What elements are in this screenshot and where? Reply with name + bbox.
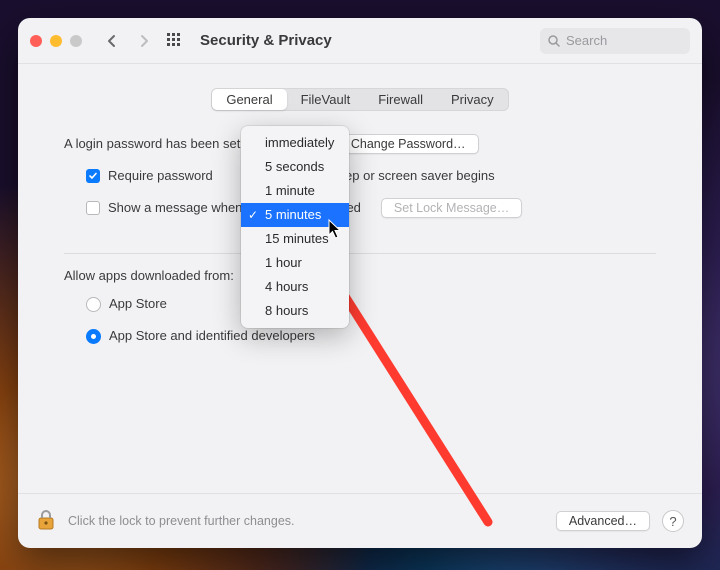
separator (64, 253, 656, 254)
dropdown-option[interactable]: 1 minute (241, 179, 349, 203)
preferences-window: Security & Privacy Search General FileVa… (18, 18, 702, 548)
lock-hint-label: Click the lock to prevent further change… (68, 514, 295, 528)
close-icon[interactable] (30, 35, 42, 47)
forward-button (132, 29, 156, 53)
dropdown-option[interactable]: 4 hours (241, 275, 349, 299)
require-password-delay-dropdown[interactable]: immediately 5 seconds 1 minute 5 minutes… (241, 126, 349, 328)
radio-app-store-identified[interactable] (86, 329, 101, 344)
login-password-section: A login password has been set for this u… (64, 133, 656, 219)
desktop-background: Security & Privacy Search General FileVa… (0, 0, 720, 570)
minimize-icon[interactable] (50, 35, 62, 47)
tab-general[interactable]: General (212, 89, 286, 110)
search-icon (548, 35, 560, 47)
footer: Click the lock to prevent further change… (18, 493, 702, 548)
dropdown-option[interactable]: 1 hour (241, 251, 349, 275)
change-password-button[interactable]: Change Password… (338, 134, 479, 154)
radio-app-store-identified-label: App Store and identified developers (109, 325, 315, 347)
set-lock-message-button: Set Lock Message… (381, 198, 522, 218)
dropdown-option[interactable]: 15 minutes (241, 227, 349, 251)
show-message-checkbox[interactable] (86, 201, 100, 215)
back-button[interactable] (100, 29, 124, 53)
dropdown-option[interactable]: immediately (241, 131, 349, 155)
radio-app-store-label: App Store (109, 293, 167, 315)
titlebar: Security & Privacy Search (18, 18, 702, 64)
allow-apps-label: Allow apps downloaded from: (64, 268, 656, 283)
dropdown-option-selected[interactable]: 5 minutes (241, 203, 349, 227)
zoom-icon (70, 35, 82, 47)
tab-firewall[interactable]: Firewall (364, 89, 437, 110)
segmented-control: General FileVault Firewall Privacy (211, 88, 508, 111)
show-all-icon[interactable] (164, 30, 186, 52)
traffic-lights (30, 35, 82, 47)
require-password-checkbox[interactable] (86, 169, 100, 183)
tab-filevault[interactable]: FileVault (287, 89, 365, 110)
search-placeholder: Search (566, 33, 607, 48)
dropdown-option[interactable]: 8 hours (241, 299, 349, 323)
search-input[interactable]: Search (540, 28, 690, 54)
radio-app-store[interactable] (86, 297, 101, 312)
tab-privacy[interactable]: Privacy (437, 89, 508, 110)
content-area: General FileVault Firewall Privacy A log… (18, 64, 702, 493)
window-title: Security & Privacy (200, 32, 332, 49)
tab-bar: General FileVault Firewall Privacy (64, 88, 656, 111)
lock-icon[interactable] (36, 508, 56, 535)
advanced-button[interactable]: Advanced… (556, 511, 650, 531)
require-password-label-a: Require password (108, 165, 213, 187)
dropdown-option[interactable]: 5 seconds (241, 155, 349, 179)
help-button[interactable]: ? (662, 510, 684, 532)
allow-apps-section: Allow apps downloaded from: App Store Ap… (64, 268, 656, 347)
